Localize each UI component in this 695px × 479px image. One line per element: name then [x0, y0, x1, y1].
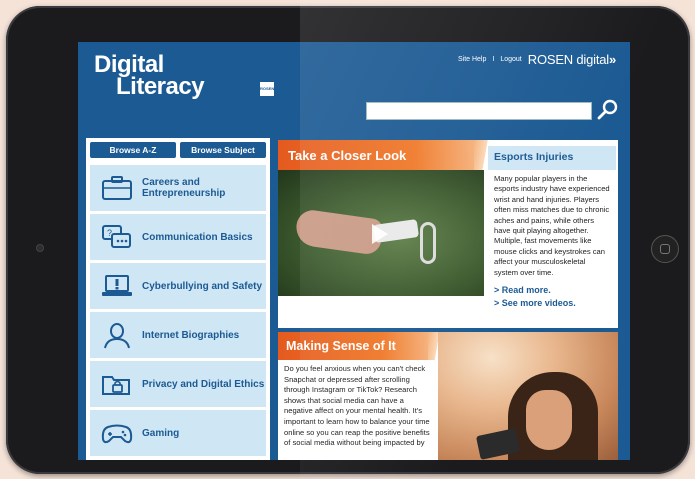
- top-links: Site Help I Logout ROSEN digital»: [458, 52, 616, 67]
- brand-arrows-icon: »: [608, 52, 616, 67]
- tab-browse-subject[interactable]: Browse Subject: [180, 142, 266, 158]
- video-strap: [420, 222, 436, 264]
- browse-tabs: Browse A-Z Browse Subject: [86, 138, 270, 162]
- category-gaming[interactable]: Gaming: [90, 410, 266, 456]
- category-label: Communication Basics: [142, 231, 253, 243]
- search-input[interactable]: [366, 102, 592, 120]
- category-label: Privacy and Digital Ethics: [142, 378, 265, 390]
- category-label: Careers and Entrepreneurship: [142, 177, 226, 199]
- folder-lock-icon: [102, 376, 130, 395]
- rosen-digital-brand[interactable]: ROSEN digital»: [528, 52, 616, 67]
- esports-sidebar: Esports Injuries Many popular players in…: [488, 146, 616, 324]
- briefcase-icon: [102, 176, 132, 200]
- brand-text: ROSEN digital: [527, 52, 609, 67]
- camera-icon: [36, 244, 44, 252]
- video-hand: [293, 208, 385, 256]
- site-help-link[interactable]: Site Help: [458, 56, 486, 63]
- category-label: Cyberbullying and Safety: [142, 280, 263, 292]
- home-square-icon: [660, 244, 670, 254]
- person-icon: [104, 323, 130, 349]
- laptop-warning-icon: [102, 275, 132, 296]
- tab-browse-az[interactable]: Browse A-Z: [90, 142, 176, 158]
- logout-link[interactable]: Logout: [500, 56, 521, 63]
- category-communication[interactable]: ? Communication Basics: [90, 214, 266, 260]
- rosen-mark-icon: ROSEN: [260, 82, 274, 96]
- category-label: Internet Biographies: [142, 329, 240, 341]
- search-icon[interactable]: [596, 98, 620, 122]
- browse-panel: Browse A-Z Browse Subject Careers and En…: [86, 138, 270, 460]
- esports-title: Esports Injuries: [488, 146, 616, 170]
- photo-face: [526, 390, 572, 450]
- making-sense-photo: [438, 332, 618, 460]
- logo[interactable]: Digital Literacy: [94, 53, 205, 100]
- category-cyberbullying[interactable]: Cyberbullying and Safety: [90, 263, 266, 309]
- making-sense-text: Do you feel anxious when you can't check…: [284, 364, 430, 448]
- closer-look-title: Take a Closer Look: [278, 140, 496, 170]
- esports-links: > Read more. > See more videos.: [488, 278, 616, 310]
- home-button[interactable]: [651, 235, 679, 263]
- category-privacy[interactable]: Privacy and Digital Ethics: [90, 361, 266, 407]
- category-biographies[interactable]: Internet Biographies: [90, 312, 266, 358]
- link-separator: I: [492, 56, 495, 63]
- making-sense-panel: Making Sense of It Do you feel anxious w…: [278, 332, 618, 460]
- logo-line-2: Literacy: [116, 73, 205, 100]
- video-player[interactable]: [278, 170, 484, 296]
- closer-look-panel: Take a Closer Look Esports Injuries Many…: [278, 140, 618, 328]
- header: Digital Literacy ROSEN Site Help I Logou…: [78, 42, 630, 134]
- esports-text: Many popular players in the esports indu…: [494, 174, 610, 277]
- category-careers[interactable]: Careers and Entrepreneurship: [90, 165, 266, 211]
- see-more-videos-link[interactable]: > See more videos.: [494, 297, 610, 310]
- category-label: Gaming: [142, 427, 180, 439]
- game-controller-icon: [101, 424, 133, 444]
- screen: Digital Literacy ROSEN Site Help I Logou…: [78, 42, 630, 460]
- chat-bubbles-icon: ?: [102, 225, 131, 248]
- svg-text:?: ?: [107, 228, 112, 238]
- play-icon[interactable]: [372, 224, 388, 244]
- making-sense-title: Making Sense of It: [278, 332, 446, 360]
- read-more-link[interactable]: > Read more.: [494, 284, 610, 297]
